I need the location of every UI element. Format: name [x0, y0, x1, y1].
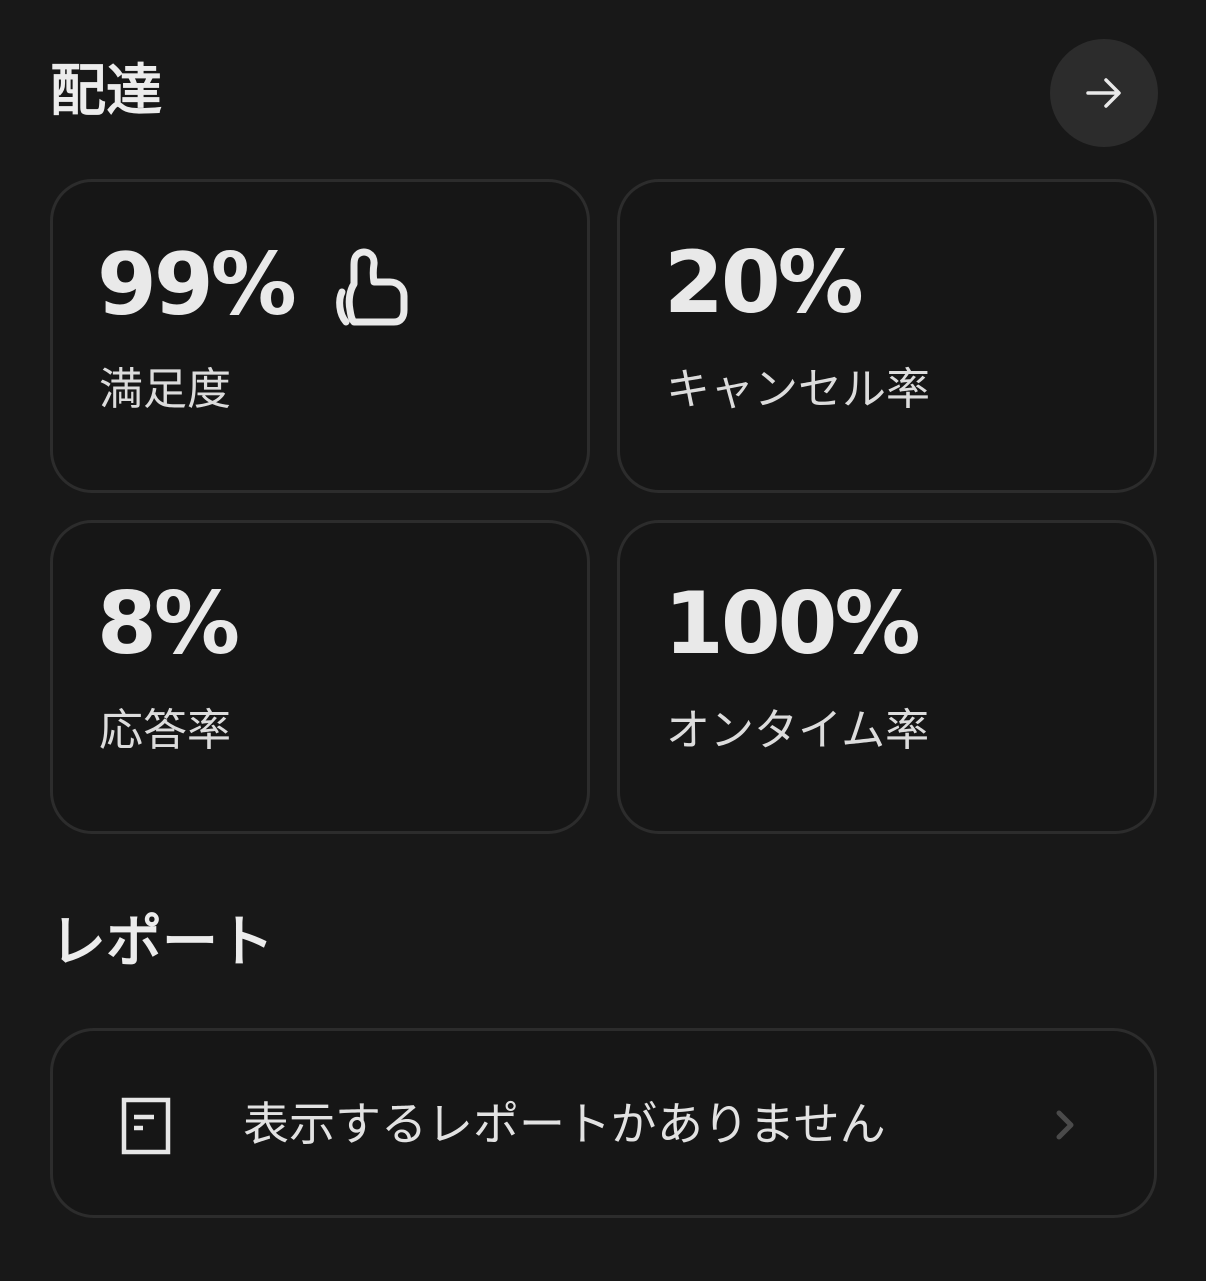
reports-section-title: レポート	[50, 910, 274, 975]
stat-card-cancellation-rate[interactable]: 20% キャンセル率	[617, 179, 1157, 493]
stat-card-on-time-rate[interactable]: 100% オンタイム率	[617, 520, 1157, 834]
satisfaction-label: 満足度	[99, 364, 231, 415]
cancellation-rate-label: キャンセル率	[666, 364, 930, 415]
delivery-section-title: 配達	[50, 59, 162, 124]
reports-empty-message: 表示するレポートがありません	[243, 1097, 886, 1151]
response-rate-label: 応答率	[99, 705, 231, 756]
chevron-right-icon	[1056, 1110, 1074, 1140]
satisfaction-value: 99%	[97, 235, 297, 335]
document-icon	[121, 1097, 171, 1155]
thumbs-up-icon	[336, 248, 408, 326]
on-time-rate-label: オンタイム率	[666, 705, 930, 756]
on-time-rate-value: 100%	[664, 574, 921, 674]
reports-empty-row[interactable]: 表示するレポートがありません	[50, 1028, 1157, 1218]
stat-card-satisfaction[interactable]: 99% 満足度	[50, 179, 590, 493]
delivery-open-button[interactable]	[1050, 39, 1158, 147]
stat-card-response-rate[interactable]: 8% 応答率	[50, 520, 590, 834]
response-rate-value: 8%	[97, 574, 240, 674]
cancellation-rate-value: 20%	[664, 233, 864, 333]
arrow-right-icon	[1086, 78, 1121, 108]
